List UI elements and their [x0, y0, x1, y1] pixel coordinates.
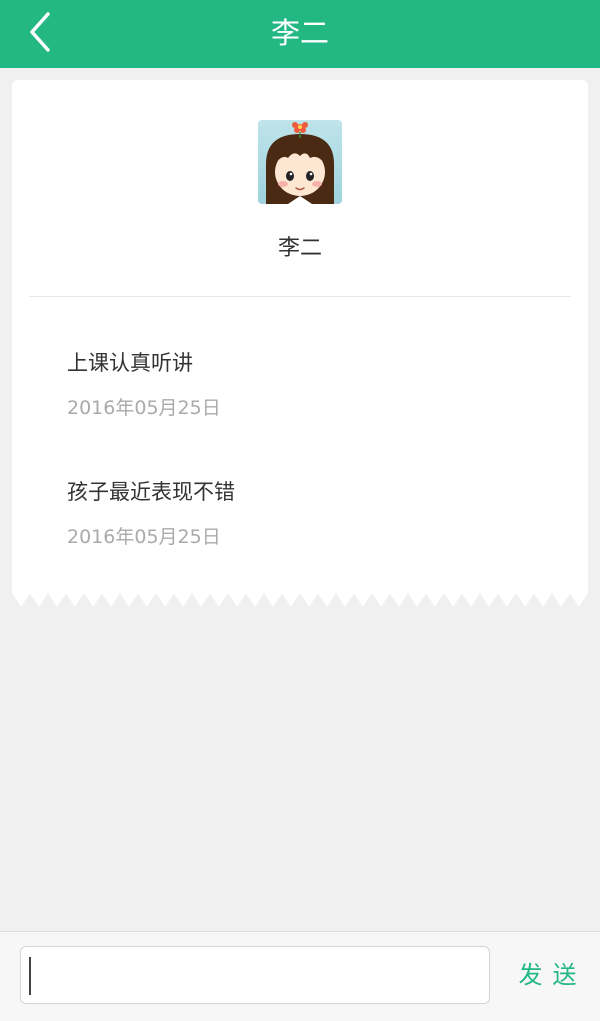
comment-card: 李二 上课认真听讲 2016年05月25日 孩子最近表现不错 2016年05月2…: [12, 80, 588, 594]
divider: [29, 296, 571, 297]
cartoon-girl-avatar-icon: [258, 120, 342, 204]
app-header: 李二: [0, 0, 600, 68]
comment-date: 2016年05月25日: [67, 397, 221, 419]
profile-name: 李二: [277, 236, 322, 261]
comment-item: 上课认真听讲 2016年05月25日: [67, 348, 221, 422]
send-button[interactable]: 发送: [505, 946, 590, 1004]
composer-bar: 发送: [0, 931, 600, 1021]
comment-text: 上课认真听讲: [67, 351, 193, 375]
page-title: 李二: [270, 16, 329, 50]
text-cursor: [29, 957, 31, 995]
card-zigzag-edge: [12, 593, 588, 607]
comment-text: 孩子最近表现不错: [67, 480, 235, 504]
avatar[interactable]: [258, 120, 342, 204]
comment-date: 2016年05月25日: [67, 526, 221, 548]
message-input[interactable]: [20, 946, 490, 1004]
comment-item: 孩子最近表现不错 2016年05月25日: [67, 477, 235, 551]
